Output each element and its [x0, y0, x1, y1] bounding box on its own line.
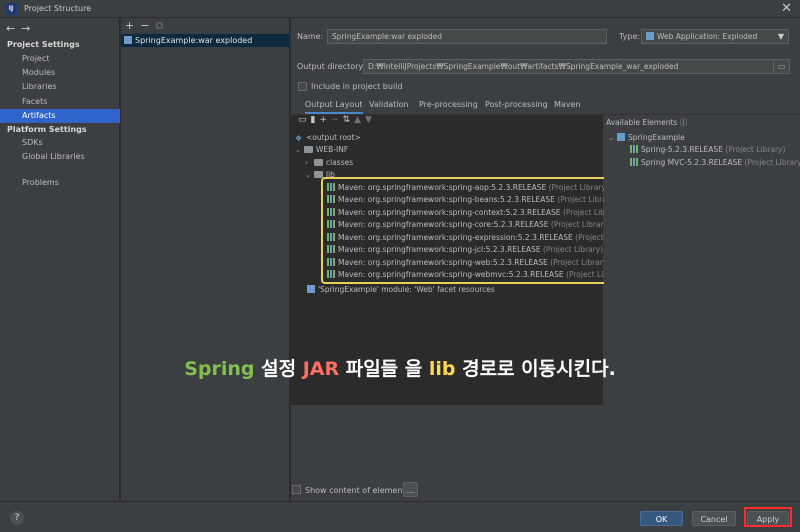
- tab-post-processing[interactable]: Post-processing: [485, 100, 548, 114]
- sort-icon[interactable]: ⇅: [343, 115, 351, 125]
- library-icon: [630, 145, 638, 153]
- remove-icon[interactable]: −: [140, 19, 149, 32]
- move-up-icon[interactable]: ▲: [354, 115, 361, 125]
- list-item[interactable]: Spring-5.2.3.RELEASE (Project Library): [630, 145, 785, 154]
- tab-output-layout[interactable]: Output Layout: [305, 100, 363, 114]
- module-icon: [617, 133, 625, 141]
- add-copy-icon[interactable]: +: [319, 115, 327, 125]
- columns-icon[interactable]: ▮: [311, 115, 316, 125]
- folder-icon[interactable]: ▭: [773, 60, 789, 73]
- artifacts-panel: + − ⧉ SpringExample:war exploded: [121, 18, 290, 501]
- type-label: Type:: [619, 32, 641, 41]
- help-icon[interactable]: ⓘ: [680, 118, 688, 127]
- include-in-build-checkbox[interactable]: [298, 82, 307, 91]
- tree-web-inf[interactable]: ⌄ WEB-INF: [295, 145, 348, 154]
- copy-icon[interactable]: ⧉: [155, 19, 163, 32]
- chevron-down-icon: ▼: [777, 32, 784, 41]
- chevron-down-icon: ⌄: [295, 145, 302, 154]
- settings-sidebar: ←→ Project Settings Project Modules Libr…: [0, 18, 120, 501]
- close-icon[interactable]: ✕: [781, 1, 792, 16]
- chevron-right-icon: ›: [305, 158, 308, 167]
- sidebar-item-global-libraries[interactable]: Global Libraries: [0, 150, 120, 164]
- module-icon: [307, 285, 315, 293]
- forward-arrow-icon[interactable]: →: [21, 22, 36, 35]
- sidebar-item-project[interactable]: Project: [0, 52, 120, 66]
- sidebar-item-artifacts[interactable]: Artifacts: [0, 109, 120, 123]
- available-root[interactable]: ⌄ SpringExample: [608, 133, 685, 142]
- dialog-button-bar: ? OK Cancel Apply: [0, 501, 800, 532]
- cancel-button[interactable]: Cancel: [692, 511, 736, 526]
- tree-root[interactable]: ❖ <output root>: [295, 133, 361, 143]
- ok-button[interactable]: OK: [640, 511, 683, 526]
- chevron-down-icon: ⌄: [608, 133, 615, 142]
- tree-facet-resources[interactable]: 'SpringExample' module: 'Web' facet reso…: [307, 285, 495, 294]
- type-value: Web Application: Exploded: [657, 32, 758, 41]
- output-directory-label: Output directory:: [297, 62, 366, 71]
- include-in-build-label: Include in project build: [311, 82, 403, 91]
- back-arrow-icon[interactable]: ←: [6, 22, 21, 35]
- web-app-icon: [646, 32, 654, 40]
- list-item[interactable]: SpringExample:war exploded: [121, 34, 289, 47]
- artifacts-toolbar: + − ⧉: [125, 19, 169, 33]
- show-content-checkbox[interactable]: [292, 485, 301, 494]
- title-bar: IJ Project Structure ✕: [0, 0, 800, 18]
- nav-arrows: ←→: [6, 22, 36, 35]
- new-folder-icon[interactable]: ▭: [298, 115, 307, 125]
- list-item[interactable]: Spring MVC-5.2.3.RELEASE (Project Librar…: [630, 158, 800, 167]
- tree-toolbar: ▭ ▮ + − ⇅ ▲ ▼: [291, 115, 603, 128]
- ellipsis-button[interactable]: ...: [403, 482, 418, 497]
- add-icon[interactable]: +: [125, 19, 134, 32]
- folder-icon: [314, 159, 323, 166]
- type-select[interactable]: Web Application: Exploded ▼: [641, 29, 789, 44]
- web-artifact-icon: [124, 36, 132, 44]
- sidebar-item-libraries[interactable]: Libraries: [0, 80, 120, 94]
- caption-overlay: Spring 설정 JAR 파일들 을 lib 경로로 이동시킨다.: [184, 358, 616, 380]
- section-platform-settings: Platform Settings: [7, 125, 87, 134]
- artifact-label: SpringExample:war exploded: [135, 36, 253, 45]
- library-highlight-box: [321, 177, 608, 284]
- tab-pre-processing[interactable]: Pre-processing: [419, 100, 478, 114]
- tab-maven[interactable]: Maven: [554, 100, 581, 114]
- tab-validation[interactable]: Validation: [369, 100, 409, 114]
- tree-classes[interactable]: › classes: [305, 158, 353, 167]
- sidebar-item-sdks[interactable]: SDKs: [0, 136, 120, 150]
- chevron-down-icon: ⌄: [305, 170, 312, 179]
- show-content-label: Show content of elements: [305, 486, 410, 495]
- library-icon: [630, 158, 638, 166]
- folder-icon: [304, 146, 313, 153]
- name-field[interactable]: SpringExample:war exploded: [327, 29, 607, 44]
- apply-highlight-box: [744, 507, 792, 527]
- help-button[interactable]: ?: [10, 511, 24, 525]
- available-elements-header: Available Elements ⓘ: [606, 118, 688, 127]
- name-label: Name:: [297, 32, 324, 41]
- remove-icon[interactable]: −: [331, 115, 339, 125]
- output-directory-field[interactable]: D:₩IntelliJProjects₩SpringExample₩out₩ar…: [363, 59, 790, 74]
- intellij-icon: IJ: [5, 3, 17, 15]
- section-project-settings: Project Settings: [7, 40, 80, 49]
- output-directory-value: D:₩IntelliJProjects₩SpringExample₩out₩ar…: [368, 62, 679, 71]
- sidebar-item-problems[interactable]: Problems: [0, 176, 120, 190]
- move-down-icon[interactable]: ▼: [365, 115, 372, 125]
- sidebar-item-facets[interactable]: Facets: [0, 95, 120, 109]
- artifact-editor: Name: SpringExample:war exploded Type: W…: [291, 18, 800, 501]
- window-title: Project Structure: [24, 4, 92, 13]
- sidebar-item-modules[interactable]: Modules: [0, 66, 120, 80]
- output-root-icon: ❖: [295, 134, 303, 143]
